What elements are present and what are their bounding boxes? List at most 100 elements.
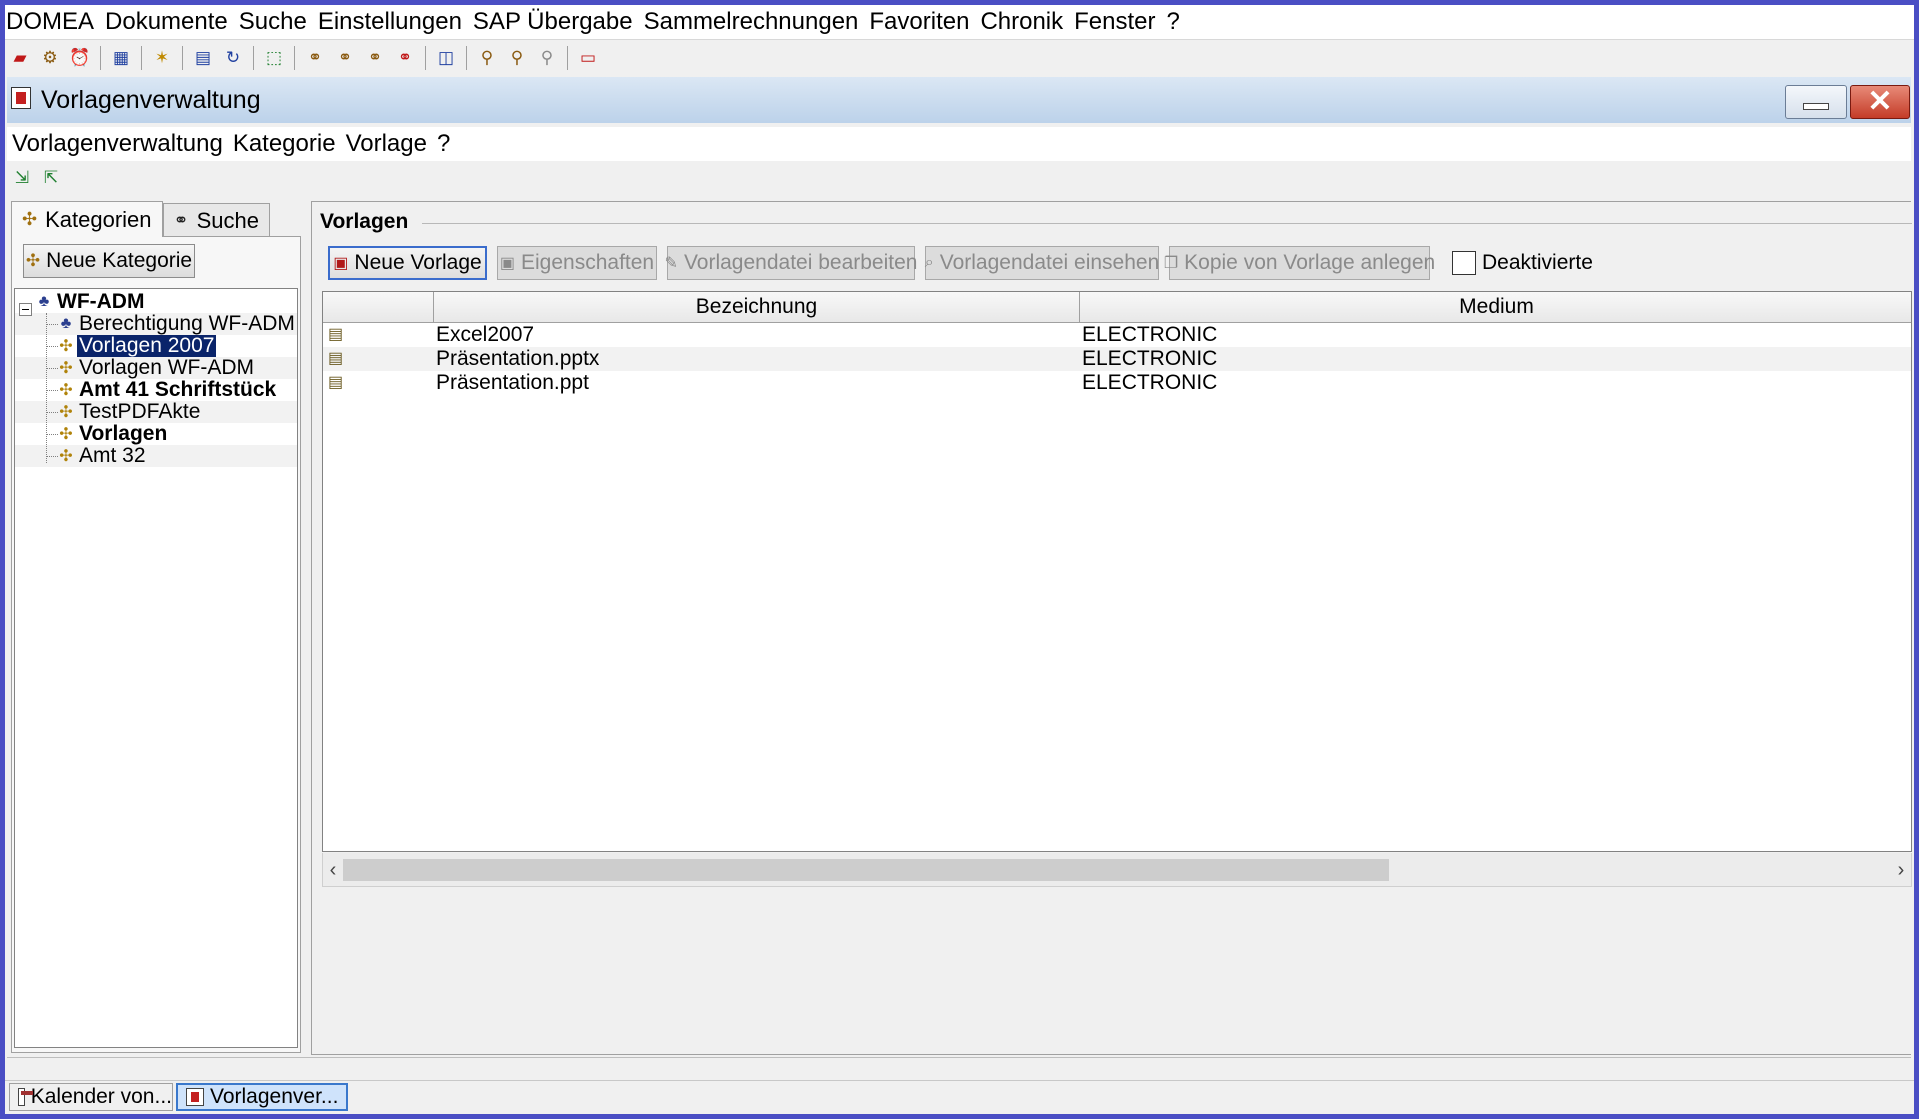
eraser-icon[interactable]: ▰ xyxy=(9,47,31,69)
preview-icon[interactable]: ◫ xyxy=(435,47,457,69)
export-icon[interactable]: ⇱ xyxy=(40,167,62,189)
menu-suche[interactable]: Suche xyxy=(234,5,313,39)
binoculars-icon[interactable]: ⚭ xyxy=(304,47,326,69)
star-icon[interactable]: ✶ xyxy=(151,47,173,69)
menu-chronik[interactable]: Chronik xyxy=(975,5,1069,39)
column-header-icon[interactable] xyxy=(323,292,434,322)
menu-kategorie[interactable]: Kategorie xyxy=(228,127,341,161)
category-icon: ✣ xyxy=(25,251,41,270)
organization-icon: ♣ xyxy=(38,293,50,310)
new-template-button[interactable]: ▣ Neue Vorlage xyxy=(328,246,487,280)
window-app-icon xyxy=(11,87,31,109)
category-icon: ✣ xyxy=(59,338,73,355)
table-row[interactable]: ▤ Präsentation.ppt ELECTRONIC xyxy=(323,371,1911,395)
user-disabled-icon[interactable]: ⚲ xyxy=(536,47,558,69)
user-icon[interactable]: ⚲ xyxy=(506,47,528,69)
scroll-right-icon[interactable]: › xyxy=(1891,853,1911,887)
tab-suche-label: Suche xyxy=(196,207,259,233)
menu-einstellungen[interactable]: Einstellungen xyxy=(313,5,468,39)
window-icon[interactable]: ▭ xyxy=(577,47,599,69)
category-icon: ✣ xyxy=(59,426,73,443)
menu-vorlagenverwaltung[interactable]: Vorlagenverwaltung xyxy=(7,127,228,161)
row-medium: ELECTRONIC xyxy=(1082,371,1218,394)
tree-node-label: Amt 41 Schriftstück xyxy=(79,378,277,401)
deactivated-checkbox[interactable]: Deaktivierte xyxy=(1452,251,1593,275)
table-header: Bezeichnung Medium xyxy=(323,292,1911,323)
category-panel: ✣ Kategorien ⚭ Suche ✣ Neue Kategorie ♣ … xyxy=(11,201,301,1055)
document-list-icon[interactable]: ▤ xyxy=(192,47,214,69)
scroll-left-icon[interactable]: ‹ xyxy=(323,853,343,887)
task-calendar[interactable]: Kalender von... xyxy=(9,1083,173,1111)
window-menu-bar: Vorlagenverwaltung Kategorie Vorlage ? xyxy=(7,127,1911,161)
import-icon[interactable]: ⇲ xyxy=(11,167,33,189)
toolbar-separator xyxy=(182,46,183,70)
edit-template-file-button[interactable]: ✎ Vorlagendatei bearbeiten xyxy=(665,246,917,280)
tab-body: ✣ Neue Kategorie ♣ WF-ADM ♣ Berechtigung… xyxy=(11,236,301,1053)
task-label: Kalender von... xyxy=(30,1085,172,1108)
new-document-icon[interactable]: ⚙ xyxy=(39,47,61,69)
horizontal-scrollbar[interactable]: ‹ › xyxy=(322,853,1912,887)
row-medium: ELECTRONIC xyxy=(1082,347,1218,370)
main-menu-bar: DOMEA Dokumente Suche Einstellungen SAP … xyxy=(5,5,1914,40)
search-extended-icon[interactable]: ⚭ xyxy=(394,47,416,69)
document-icon: ▤ xyxy=(328,350,344,367)
search-document-icon[interactable]: ⚭ xyxy=(334,47,356,69)
task-label: Vorlagenver... xyxy=(210,1085,339,1108)
menu-vorlage[interactable]: Vorlage xyxy=(341,127,432,161)
view-template-file-button[interactable]: ⌕ Vorlagendatei einsehen xyxy=(925,246,1159,280)
refresh-icon[interactable]: ↻ xyxy=(222,47,244,69)
user-search-icon[interactable]: ⚲ xyxy=(476,47,498,69)
tree-node-amt-41[interactable]: ✣ Amt 41 Schriftstück xyxy=(57,379,278,401)
new-template-label: Neue Vorlage xyxy=(354,251,482,274)
toolbar-separator xyxy=(100,46,101,70)
menu-domea[interactable]: DOMEA xyxy=(5,5,100,39)
tree-collapse-toggle[interactable] xyxy=(19,303,32,316)
menu-fenster[interactable]: Fenster xyxy=(1069,5,1161,39)
alarm-clock-icon[interactable]: ⏰ xyxy=(69,47,91,69)
table-row[interactable]: ▤ Excel2007 ELECTRONIC xyxy=(323,323,1911,347)
copy-template-button[interactable]: ❐ Kopie von Vorlage anlegen xyxy=(1164,246,1435,280)
tree-node-vorlagen-wf-adm[interactable]: ✣ Vorlagen WF-ADM xyxy=(57,357,256,379)
menu-sap-uebergabe[interactable]: SAP Übergabe xyxy=(468,5,639,39)
table-row[interactable]: ▤ Präsentation.pptx ELECTRONIC xyxy=(323,347,1911,371)
tree-node-berechtigung[interactable]: ♣ Berechtigung WF-ADM xyxy=(57,313,297,335)
menu-window-help[interactable]: ? xyxy=(432,127,455,161)
templates-group-title: Vorlagen xyxy=(320,210,423,234)
search-folder-icon[interactable]: ⚭ xyxy=(364,47,386,69)
menu-favoriten[interactable]: Favoriten xyxy=(864,5,975,39)
tree-node-vorlagen[interactable]: ✣ Vorlagen xyxy=(57,423,169,445)
menu-sammelrechnungen[interactable]: Sammelrechnungen xyxy=(639,5,865,39)
category-tabs: ✣ Kategorien ⚭ Suche xyxy=(11,201,270,237)
column-header-medium[interactable]: Medium xyxy=(1080,292,1911,322)
tree-node-amt-32[interactable]: ✣ Amt 32 xyxy=(57,445,148,467)
checkbox-box[interactable] xyxy=(1452,251,1476,275)
copy-template-label: Kopie von Vorlage anlegen xyxy=(1184,251,1436,274)
minimize-button[interactable] xyxy=(1785,85,1847,119)
calendar-icon[interactable]: ▦ xyxy=(110,47,132,69)
main-toolbar: ▰ ⚙ ⏰ ▦ ✶ ▤ ↻ ⬚ ⚭ ⚭ ⚭ ⚭ ◫ ⚲ ⚲ ⚲ ▭ xyxy=(5,42,1914,74)
column-header-bezeichnung[interactable]: Bezeichnung xyxy=(434,292,1080,322)
template-window-icon xyxy=(186,1088,204,1106)
tree-node-testpdfakte[interactable]: ✣ TestPDFAkte xyxy=(57,401,202,423)
inbox-icon[interactable]: ⬚ xyxy=(263,47,285,69)
menu-help[interactable]: ? xyxy=(1162,5,1186,39)
task-template-management[interactable]: Vorlagenver... xyxy=(176,1083,348,1111)
menu-dokumente[interactable]: Dokumente xyxy=(100,5,234,39)
properties-button[interactable]: ▣ Eigenschaften xyxy=(497,246,657,280)
close-button[interactable]: ✕ xyxy=(1850,85,1910,119)
template-management-window: Vorlagenverwaltung ✕ Vorlagenverwaltung … xyxy=(7,77,1912,1092)
tree-connector xyxy=(46,313,47,463)
tab-kategorien[interactable]: ✣ Kategorien xyxy=(11,201,163,237)
tab-kategorien-label: Kategorien xyxy=(45,206,152,232)
templates-table: Bezeichnung Medium ▤ Excel2007 ELECTRONI… xyxy=(322,291,1912,852)
toolbar-separator xyxy=(567,46,568,70)
new-category-button[interactable]: ✣ Neue Kategorie xyxy=(23,244,195,278)
tree-node-label: WF-ADM xyxy=(57,290,145,313)
tab-suche[interactable]: ⚭ Suche xyxy=(162,203,270,237)
tree-node-label: Amt 32 xyxy=(79,444,146,467)
category-tree[interactable]: ♣ WF-ADM ♣ Berechtigung WF-ADM ✣ Vorlage… xyxy=(14,288,298,1048)
scrollbar-thumb[interactable] xyxy=(343,859,1389,881)
tree-node-vorlagen-2007[interactable]: ✣ Vorlagen 2007 xyxy=(57,335,217,357)
tree-node-root[interactable]: ♣ WF-ADM xyxy=(35,291,146,313)
row-name: Excel2007 xyxy=(436,323,535,346)
